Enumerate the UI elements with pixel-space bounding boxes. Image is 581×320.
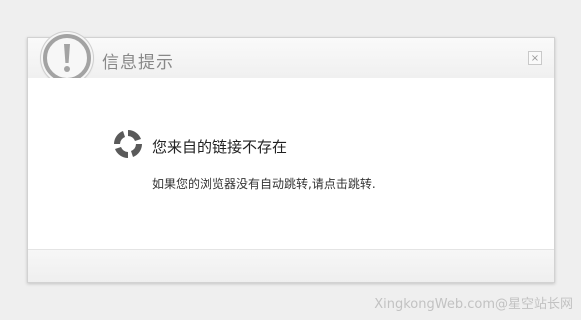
page: 信息提示 × 您来自的链接不存在 如果您的浏览器没有自动跳转,请点击跳转. Xi… bbox=[0, 0, 581, 320]
dialog-header: 信息提示 × bbox=[28, 32, 554, 84]
info-dialog: 信息提示 × 您来自的链接不存在 如果您的浏览器没有自动跳转,请点击跳转. bbox=[27, 32, 555, 283]
message-description: 如果您的浏览器没有自动跳转,请点击跳转. bbox=[152, 175, 376, 192]
dialog-footer bbox=[28, 249, 554, 282]
loading-spinner-icon bbox=[112, 128, 144, 160]
exclamation-icon bbox=[41, 32, 93, 84]
dialog-body: 您来自的链接不存在 如果您的浏览器没有自动跳转,请点击跳转. bbox=[28, 78, 554, 250]
message-title: 您来自的链接不存在 bbox=[152, 138, 288, 156]
dialog-title: 信息提示 bbox=[102, 53, 174, 73]
watermark: XingkongWeb.com@星空站长网 bbox=[374, 297, 573, 312]
message-prefix: 如果您的浏览器没有自动跳转, bbox=[152, 177, 312, 191]
redirect-link[interactable]: 请点击跳转. bbox=[312, 177, 376, 191]
close-button[interactable]: × bbox=[528, 51, 542, 65]
